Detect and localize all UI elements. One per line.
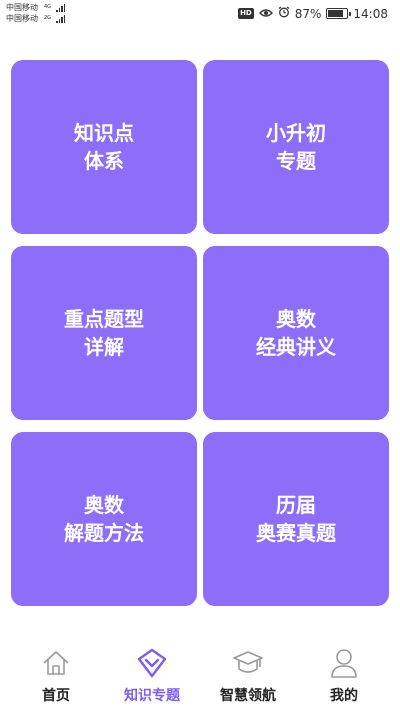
nav-label: 首页 [42,688,70,704]
tile-label-line2: 详解 [84,335,124,359]
carrier-name: 中国移动 [6,14,38,23]
tile-olympiad-lectures[interactable]: 奥数 经典讲义 [203,246,389,420]
tile-label-line1: 奥数 [84,493,124,517]
tile-knowledge-system[interactable]: 知识点 体系 [11,60,197,234]
hd-icon: HD [238,8,254,19]
alarm-icon [278,6,290,21]
tile-label-line1: 历届 [276,493,316,517]
nav-mine[interactable]: 我的 [296,637,392,711]
tile-label-line1: 知识点 [74,121,134,145]
tile-key-question-types[interactable]: 重点题型 详解 [11,246,197,420]
tile-olympiad-methods[interactable]: 奥数 解题方法 [11,432,197,606]
nav-home[interactable]: 首页 [8,637,104,711]
tile-label-line2: 体系 [84,149,124,173]
status-bar: 中国移动 4G 中国移动 2G HD 87% 14:08 [0,0,400,28]
signal-icon [56,3,66,12]
tile-label-line2: 解题方法 [64,521,144,545]
tile-label-line2: 经典讲义 [256,335,336,359]
user-icon [328,647,360,679]
carrier-info: 中国移动 4G 中国移动 2G [6,2,66,24]
battery-percent: 87% [294,6,322,21]
battery-icon [326,8,352,19]
clock: 14:08 [353,6,388,21]
nav-topics[interactable]: 知识专题 [104,637,200,711]
topic-grid: 知识点 体系 小升初 专题 重点题型 详解 奥数 经典讲义 奥数 解题方法 历届… [11,60,389,606]
tile-label-line2: 专题 [276,149,316,173]
home-icon [40,647,72,679]
network-type: 4G [44,4,52,10]
eye-icon [258,7,273,21]
carrier-name: 中国移动 [6,3,38,12]
topic-icon [136,647,168,679]
signal-icon [56,14,66,23]
nav-smart-guide[interactable]: 智慧领航 [200,637,296,711]
tile-label-line1: 奥数 [276,307,316,331]
bottom-nav: 首页 知识专题 智慧领航 我的 [0,637,400,711]
tile-past-olympiad-exams[interactable]: 历届 奥赛真题 [203,432,389,606]
network-type: 2G [44,15,52,21]
graduation-cap-icon [232,647,264,679]
tile-label-line1: 小升初 [266,121,326,145]
nav-label: 我的 [330,688,358,704]
nav-label: 知识专题 [124,688,180,704]
tile-primary-to-middle[interactable]: 小升初 专题 [203,60,389,234]
tile-label-line1: 重点题型 [64,307,144,331]
tile-label-line2: 奥赛真题 [256,521,336,545]
nav-label: 智慧领航 [220,688,276,704]
